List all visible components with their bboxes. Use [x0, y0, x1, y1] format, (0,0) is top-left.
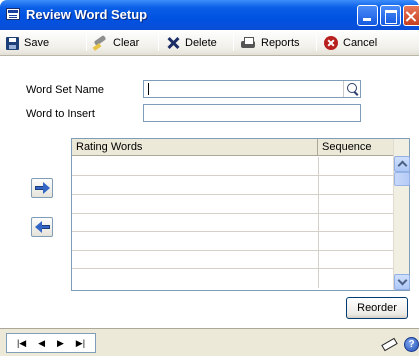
word-set-name-input[interactable]	[143, 80, 361, 98]
table-row[interactable]	[72, 232, 393, 251]
record-navigator: |◀ ◀ ▶ ▶|	[6, 333, 96, 353]
table-row[interactable]	[72, 195, 393, 214]
delete-label: Delete	[185, 37, 217, 49]
window-title: Review Word Setup	[26, 7, 148, 22]
form-body: Word Set Name Word to Insert Rating Word…	[0, 57, 419, 327]
clear-button[interactable]: Clear	[92, 34, 139, 52]
table-row[interactable]	[72, 176, 393, 195]
toolbar-separator	[233, 35, 234, 51]
grid-header: Rating Words Sequence	[72, 139, 393, 156]
help-icon[interactable]: ?	[404, 337, 419, 352]
scroll-thumb[interactable]	[394, 172, 410, 186]
title-bar[interactable]: Review Word Setup	[0, 0, 419, 30]
table-row[interactable]	[72, 213, 393, 232]
clear-label: Clear	[113, 37, 140, 49]
close-button[interactable]	[403, 5, 419, 26]
word-to-insert-label: Word to Insert	[26, 108, 95, 120]
rating-words-grid[interactable]: Rating Words Sequence	[71, 138, 410, 291]
toolbar-separator	[158, 35, 159, 51]
next-record-icon[interactable]: ▶	[57, 338, 64, 348]
scroll-down-icon[interactable]	[394, 274, 410, 290]
reorder-button[interactable]: Reorder	[346, 297, 408, 319]
toolbar: Save Clear Delete Reports Cancel	[0, 30, 419, 56]
word-set-name-label: Word Set Name	[26, 84, 105, 96]
delete-button[interactable]: Delete	[166, 34, 217, 52]
printer-icon	[240, 36, 256, 50]
vertical-scrollbar[interactable]	[393, 139, 410, 290]
note-pencil-icon[interactable]	[382, 337, 398, 349]
toolbar-separator	[86, 35, 87, 51]
table-row[interactable]	[72, 269, 393, 288]
last-record-icon[interactable]: ▶|	[76, 338, 85, 348]
reports-label: Reports	[261, 37, 300, 49]
word-to-insert-input[interactable]	[143, 104, 361, 122]
table-row[interactable]	[72, 157, 393, 176]
status-bar: |◀ ◀ ▶ ▶| ?	[0, 328, 419, 356]
save-icon	[6, 36, 19, 50]
maximize-button[interactable]	[380, 5, 401, 26]
arrow-right-icon	[43, 182, 50, 194]
cancel-label: Cancel	[343, 37, 378, 49]
remove-word-button[interactable]	[31, 217, 53, 237]
save-label: Save	[24, 37, 50, 49]
text-caret	[148, 83, 149, 95]
previous-record-icon[interactable]: ◀	[38, 338, 45, 348]
cancel-button[interactable]: Cancel	[324, 34, 377, 52]
scroll-up-icon[interactable]	[394, 156, 410, 172]
minimize-button[interactable]	[357, 5, 378, 26]
eraser-icon	[92, 36, 108, 50]
arrow-left-icon	[35, 221, 42, 233]
first-record-icon[interactable]: |◀	[17, 338, 26, 348]
toolbar-separator	[316, 35, 317, 51]
column-header-sequence[interactable]: Sequence	[318, 139, 393, 156]
insert-word-button[interactable]	[31, 178, 53, 198]
table-row[interactable]	[72, 250, 393, 269]
cancel-icon	[324, 36, 338, 50]
save-button[interactable]: Save	[6, 34, 49, 52]
app-icon	[6, 8, 20, 20]
lookup-magnifier-icon[interactable]	[343, 81, 360, 97]
column-header-rating-words[interactable]: Rating Words	[72, 139, 318, 156]
delete-x-icon	[166, 36, 180, 50]
reports-button[interactable]: Reports	[240, 34, 300, 52]
